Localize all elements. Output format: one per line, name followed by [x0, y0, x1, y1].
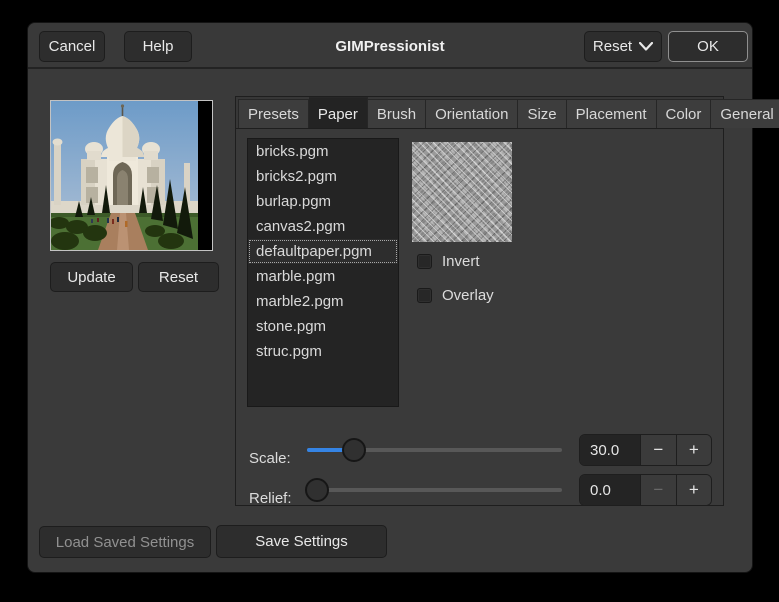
preview-reset-button[interactable]: Reset: [138, 262, 219, 292]
save-settings-button[interactable]: Save Settings: [216, 525, 387, 558]
tab-paper[interactable]: Paper: [309, 97, 368, 128]
paper-texture-preview: [412, 142, 512, 242]
tab-size[interactable]: Size: [518, 99, 566, 128]
scale-minus-button[interactable]: −: [640, 435, 675, 465]
header-bar: Cancel Help GIMPressionist Reset OK: [28, 23, 752, 69]
reset-dropdown-button[interactable]: Reset: [584, 31, 662, 62]
list-item[interactable]: bricks2.pgm: [248, 164, 398, 189]
tab-brush[interactable]: Brush: [368, 99, 426, 128]
list-item[interactable]: burlap.pgm: [248, 189, 398, 214]
minus-icon: −: [653, 440, 663, 460]
scale-slider[interactable]: [307, 438, 562, 462]
relief-plus-button[interactable]: +: [676, 475, 711, 505]
tab-orientation[interactable]: Orientation: [426, 99, 518, 128]
tab-presets[interactable]: Presets: [238, 99, 309, 128]
taj-mahal-preview-image: [51, 101, 198, 250]
tab-general[interactable]: General: [711, 99, 779, 128]
list-item[interactable]: marble2.pgm: [248, 289, 398, 314]
scale-label: Scale:: [249, 450, 291, 467]
plus-icon: +: [689, 440, 699, 460]
invert-label: Invert: [442, 253, 480, 270]
load-saved-settings-button[interactable]: Load Saved Settings: [39, 526, 211, 558]
tab-color[interactable]: Color: [657, 99, 712, 128]
scale-plus-button[interactable]: +: [676, 435, 711, 465]
ok-button[interactable]: OK: [668, 31, 748, 62]
invert-checkbox[interactable]: [417, 254, 432, 269]
relief-slider-thumb[interactable]: [305, 478, 329, 502]
update-button[interactable]: Update: [50, 262, 133, 292]
list-item[interactable]: bricks.pgm: [248, 139, 398, 164]
scale-slider-thumb[interactable]: [342, 438, 366, 462]
tab-placement[interactable]: Placement: [567, 99, 657, 128]
overlay-checkbox[interactable]: [417, 288, 432, 303]
scale-value-field[interactable]: 30.0: [580, 435, 640, 465]
relief-spinbox: 0.0 − +: [579, 474, 712, 506]
paper-file-list[interactable]: bricks.pgm bricks2.pgm burlap.pgm canvas…: [247, 138, 399, 407]
relief-value-field[interactable]: 0.0: [580, 475, 640, 505]
relief-slider-track[interactable]: [307, 488, 562, 492]
image-preview: [50, 100, 213, 251]
list-item[interactable]: stone.pgm: [248, 314, 398, 339]
chevron-down-icon: [639, 42, 653, 51]
list-item[interactable]: canvas2.pgm: [248, 214, 398, 239]
list-item[interactable]: marble.pgm: [248, 264, 398, 289]
list-item-selected[interactable]: defaultpaper.pgm: [248, 239, 398, 264]
scale-spinbox: 30.0 − +: [579, 434, 712, 466]
overlay-checkbox-row: Overlay: [417, 287, 494, 304]
preview-unused-area: [198, 101, 212, 250]
overlay-label: Overlay: [442, 287, 494, 304]
plus-icon: +: [689, 480, 699, 500]
list-item[interactable]: struc.pgm: [248, 339, 398, 364]
settings-notebook: Presets Paper Brush Orientation Size Pla…: [235, 96, 724, 506]
relief-slider[interactable]: [307, 478, 562, 502]
relief-label: Relief:: [249, 490, 292, 507]
invert-checkbox-row: Invert: [417, 253, 480, 270]
reset-dropdown-label: Reset: [593, 38, 632, 55]
gimpressionist-dialog: Cancel Help GIMPressionist Reset OK: [27, 22, 753, 573]
relief-minus-button[interactable]: −: [640, 475, 675, 505]
tab-bar: Presets Paper Brush Orientation Size Pla…: [236, 97, 723, 129]
minus-icon: −: [653, 480, 663, 500]
